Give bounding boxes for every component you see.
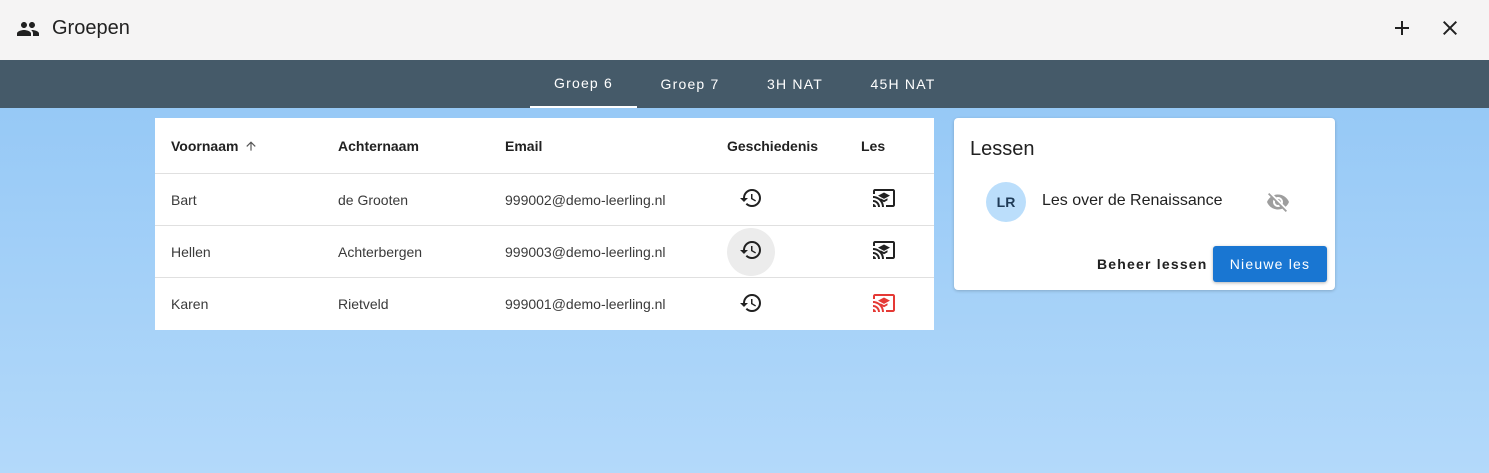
history-button[interactable]	[727, 227, 775, 276]
toggle-visibility-button[interactable]	[1260, 186, 1296, 222]
group-icon	[16, 17, 40, 41]
cell-firstname: Karen	[171, 296, 209, 312]
lessons-title: Lessen	[970, 138, 1035, 160]
plus-icon	[1390, 16, 1414, 45]
column-header-voornaam[interactable]: Voornaam	[171, 118, 258, 173]
cast-lesson-icon	[872, 238, 896, 265]
tab-groep-7[interactable]: Groep 7	[637, 60, 743, 108]
history-button[interactable]	[727, 176, 775, 224]
cell-email: 999001@demo-leerling.nl	[505, 296, 666, 312]
cast-lesson-inactive-icon	[872, 291, 896, 318]
column-header-geschiedenis: Geschiedenis	[727, 137, 819, 154]
eye-off-icon	[1266, 190, 1290, 219]
app-header: Groepen	[0, 0, 1489, 60]
cell-lastname: de Grooten	[338, 191, 409, 208]
cell-firstname: Bart	[171, 191, 197, 208]
history-icon	[739, 238, 763, 265]
cast-lesson-icon	[872, 186, 896, 213]
manage-lessons-button[interactable]: Beheer lessen	[1093, 246, 1212, 282]
page-title: Groepen	[52, 17, 130, 39]
cell-lastname: Rietveld	[338, 296, 389, 312]
avatar: LR	[986, 182, 1026, 222]
history-icon	[739, 186, 763, 213]
lesson-button[interactable]	[860, 176, 908, 224]
column-header-achternaam[interactable]: Achternaam	[338, 118, 419, 173]
lessons-card: Lessen LR Les over de Renaissance Beheer…	[954, 118, 1335, 290]
tab-groep-6[interactable]: Groep 6	[530, 60, 637, 108]
cell-lastname: Achterbergen	[338, 243, 423, 260]
cell-email: 999003@demo-leerling.nl	[505, 243, 666, 260]
history-button[interactable]	[727, 280, 775, 328]
arrow-up-icon	[244, 139, 258, 153]
group-tabs: Groep 6 Groep 7 3H NAT 45H NAT	[0, 60, 1489, 108]
tab-45h-nat[interactable]: 45H NAT	[847, 60, 959, 108]
close-button[interactable]	[1432, 12, 1468, 48]
lesson-button[interactable]	[860, 280, 908, 328]
table-row: Bart de Grooten 999002@demo-leerling.nl	[155, 174, 934, 226]
lesson-item-name[interactable]: Les over de Renaissance	[1042, 192, 1223, 210]
column-header-email[interactable]: Email	[505, 118, 542, 173]
students-table: Voornaam Achternaam Email Geschiedenis L…	[155, 118, 934, 330]
table-header: Voornaam Achternaam Email Geschiedenis L…	[155, 118, 934, 174]
cell-firstname: Hellen	[171, 243, 211, 260]
tab-3h-nat[interactable]: 3H NAT	[743, 60, 847, 108]
cell-email: 999002@demo-leerling.nl	[505, 191, 666, 208]
column-header-les: Les	[861, 137, 886, 154]
new-lesson-button[interactable]: Nieuwe les	[1213, 246, 1327, 282]
table-row: Hellen Achterbergen 999003@demo-leerling…	[155, 226, 934, 278]
lesson-button[interactable]	[860, 228, 908, 276]
close-icon	[1438, 16, 1462, 45]
table-row: Karen Rietveld 999001@demo-leerling.nl	[155, 278, 934, 330]
add-button[interactable]	[1384, 12, 1420, 48]
history-icon	[739, 291, 763, 318]
